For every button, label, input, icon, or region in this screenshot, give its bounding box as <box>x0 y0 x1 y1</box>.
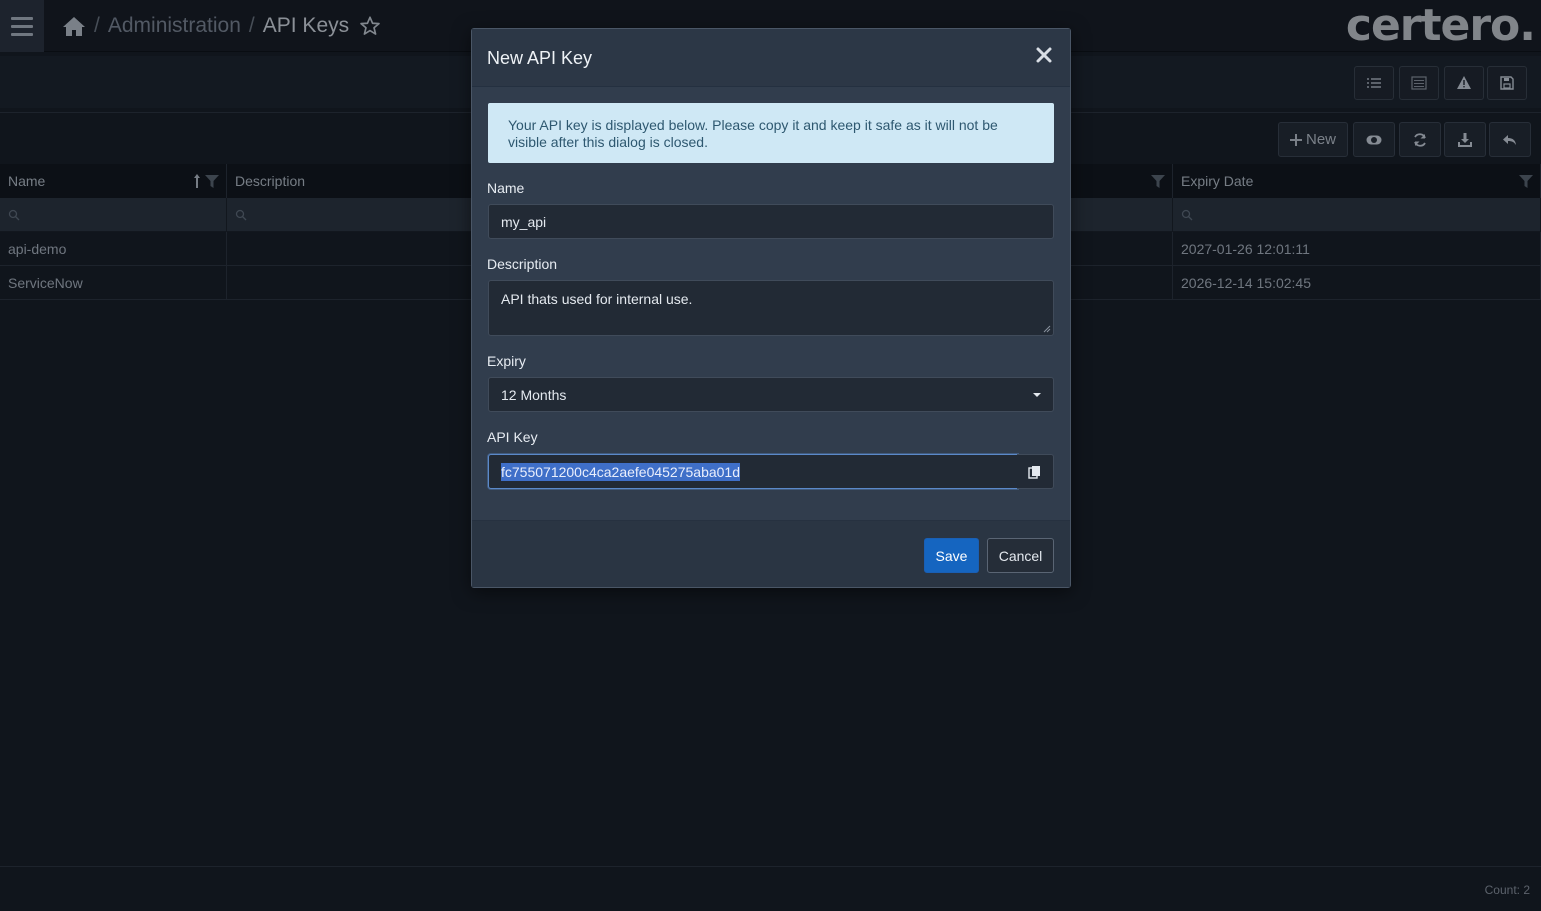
copy-button[interactable] <box>1017 454 1054 489</box>
new-api-key-dialog: New API Key Your API key is displayed be… <box>471 28 1071 588</box>
info-alert: Your API key is displayed below. Please … <box>488 103 1054 163</box>
description-label: Description <box>487 256 558 272</box>
resize-grip-icon[interactable] <box>1043 325 1051 333</box>
api-key-value: fc755071200c4ca2aefe045275aba01d <box>501 462 741 481</box>
close-icon[interactable] <box>1034 45 1054 65</box>
cancel-button[interactable]: Cancel <box>987 538 1054 573</box>
api-key-label: API Key <box>487 429 538 445</box>
dialog-footer: Save Cancel <box>472 520 1070 587</box>
dialog-title: New API Key <box>487 48 593 68</box>
api-key-field[interactable]: fc755071200c4ca2aefe045275aba01d <box>488 454 1018 489</box>
expiry-label: Expiry <box>487 353 526 369</box>
chevron-down-icon <box>1033 393 1041 397</box>
copy-icon <box>1028 465 1040 479</box>
expiry-select[interactable]: 12 Months <box>488 377 1054 412</box>
save-button[interactable]: Save <box>924 538 979 573</box>
expiry-selected-value: 12 Months <box>501 386 567 403</box>
description-value: API thats used for internal use. <box>501 291 693 307</box>
dialog-header: New API Key <box>472 29 1070 87</box>
name-label: Name <box>487 180 525 196</box>
description-field[interactable]: API thats used for internal use. <box>488 280 1054 336</box>
name-field[interactable]: my_api <box>488 204 1054 239</box>
